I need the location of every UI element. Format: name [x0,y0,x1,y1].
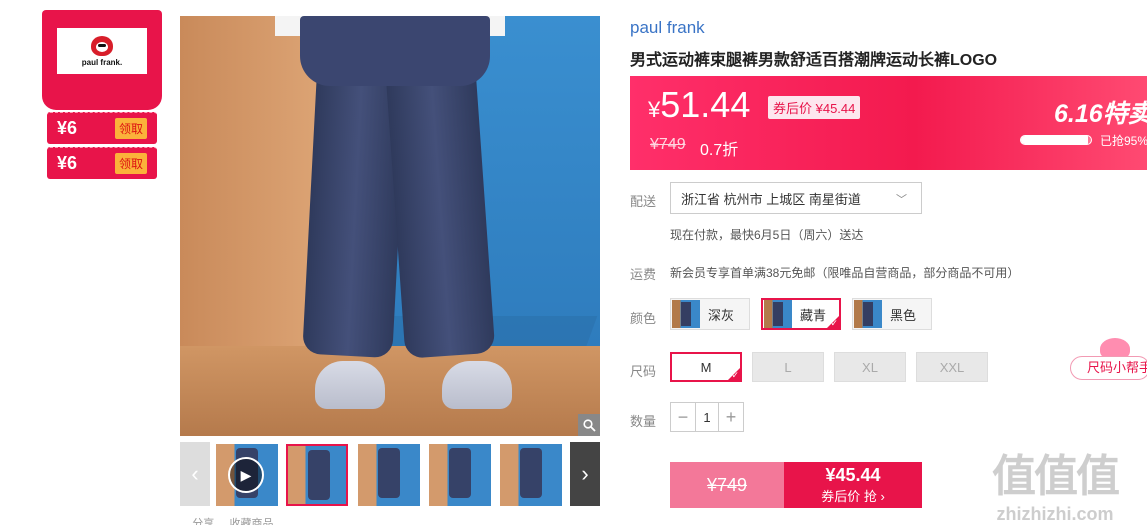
check-icon: ✓ [731,370,739,380]
color-option[interactable]: 黑色 [852,298,932,330]
buy-coupon-label: 券后价 抢 › [821,489,885,504]
thumbnail[interactable] [429,444,491,506]
chevron-down-icon: ﹀ [896,194,907,206]
sold-progress-bar [1020,135,1092,145]
color-swatch [854,300,882,328]
delivery-address: 浙江省 杭州市 上城区 南星街道 [681,191,861,207]
color-swatch [764,300,792,328]
coupon-panel: paul frank. ¥6 领取 ¥6 领取 [42,10,162,182]
thumb-prev-button[interactable]: ‹ [180,442,210,506]
thumbnail-strip: ‹ ▶ › [180,442,600,506]
price-banner: ¥51.44 券后价 ¥45.44 ¥749 0.7折 6.16特卖 已抢95% [630,76,1147,170]
buy-original-price-button[interactable]: ¥749 [670,462,784,508]
discount-rate: 0.7折 [700,142,739,159]
thumbnail[interactable] [358,444,420,506]
color-swatch [672,300,700,328]
event-title: 6.16特卖 [1054,100,1147,128]
size-helper-button[interactable]: 尺码小帮手 [1070,356,1147,380]
coupon-amount: ¥6 [57,118,78,138]
buy-coupon-price: ¥45.44 [825,465,881,485]
size-option[interactable]: XXL [916,352,988,382]
thumbnail[interactable] [500,444,562,506]
size-option-selected[interactable]: M ✓ [670,352,742,382]
color-label: 颜色 [630,311,657,326]
delivery-address-select[interactable]: 浙江省 杭州市 上城区 南星街道 ﹀ [670,182,922,214]
shipping-fee-text: 新会员专享首单满38元免邮（限唯品自营商品，部分商品不可用） [670,266,1020,280]
brand-link[interactable]: paul frank [630,18,705,38]
color-option-selected[interactable]: 藏青 ✓ [761,298,841,330]
after-coupon-price-badge: 券后价 ¥45.44 [768,96,861,119]
watermark-site: zhizhizhi.com [996,504,1114,524]
share-favorite-row[interactable]: ... 分享 ... 收藏商品 [180,515,600,525]
claim-coupon-button[interactable]: 领取 [114,118,147,139]
brand-logo-text: paul frank. [81,57,123,67]
zoom-icon[interactable] [578,414,600,436]
claim-coupon-button[interactable]: 领取 [114,153,147,174]
pants-photo [275,16,496,366]
size-option[interactable]: L [752,352,824,382]
brand-logo: paul frank. [57,28,147,74]
quantity-label: 数量 [630,414,657,429]
size-option[interactable]: XL [834,352,906,382]
sold-percent-text: 已抢95% [1100,134,1147,148]
quantity-plus-button[interactable]: + [719,403,743,431]
color-option[interactable]: 深灰 [670,298,750,330]
original-price: ¥749 [650,136,686,153]
watermark-logo: 值值值 [992,452,1120,501]
check-icon: ✓ [830,318,838,328]
brand-card[interactable]: paul frank. [42,10,162,110]
monkey-logo-icon [91,35,113,56]
delivery-label: 配送 [630,194,657,209]
play-icon[interactable]: ▶ [228,457,264,493]
thumb-next-button[interactable]: › [570,442,600,506]
coupon-item[interactable]: ¥6 领取 [47,147,157,179]
current-price: ¥51.44 [648,84,751,125]
thumbnail[interactable] [286,444,348,506]
delivery-estimate: 现在付款，最快6月5日（周六）送达 [670,228,864,242]
shipping-fee-label: 运费 [630,267,657,282]
quantity-input[interactable]: 1 [695,403,719,431]
quantity-stepper: − 1 + [670,402,744,432]
quantity-minus-button[interactable]: − [671,403,695,431]
thumbnail-video[interactable]: ▶ [216,444,278,506]
product-title: 男式运动裤束腿裤男款舒适百搭潮牌运动长裤LOGO [630,52,998,69]
size-label: 尺码 [630,364,657,379]
coupon-amount: ¥6 [57,153,78,173]
coupon-item[interactable]: ¥6 领取 [47,112,157,144]
main-product-image[interactable] [180,16,600,436]
buy-with-coupon-button[interactable]: ¥45.44 券后价 抢 › [784,462,922,508]
watermark: 值值值 zhizhizhi.com [992,440,1120,525]
